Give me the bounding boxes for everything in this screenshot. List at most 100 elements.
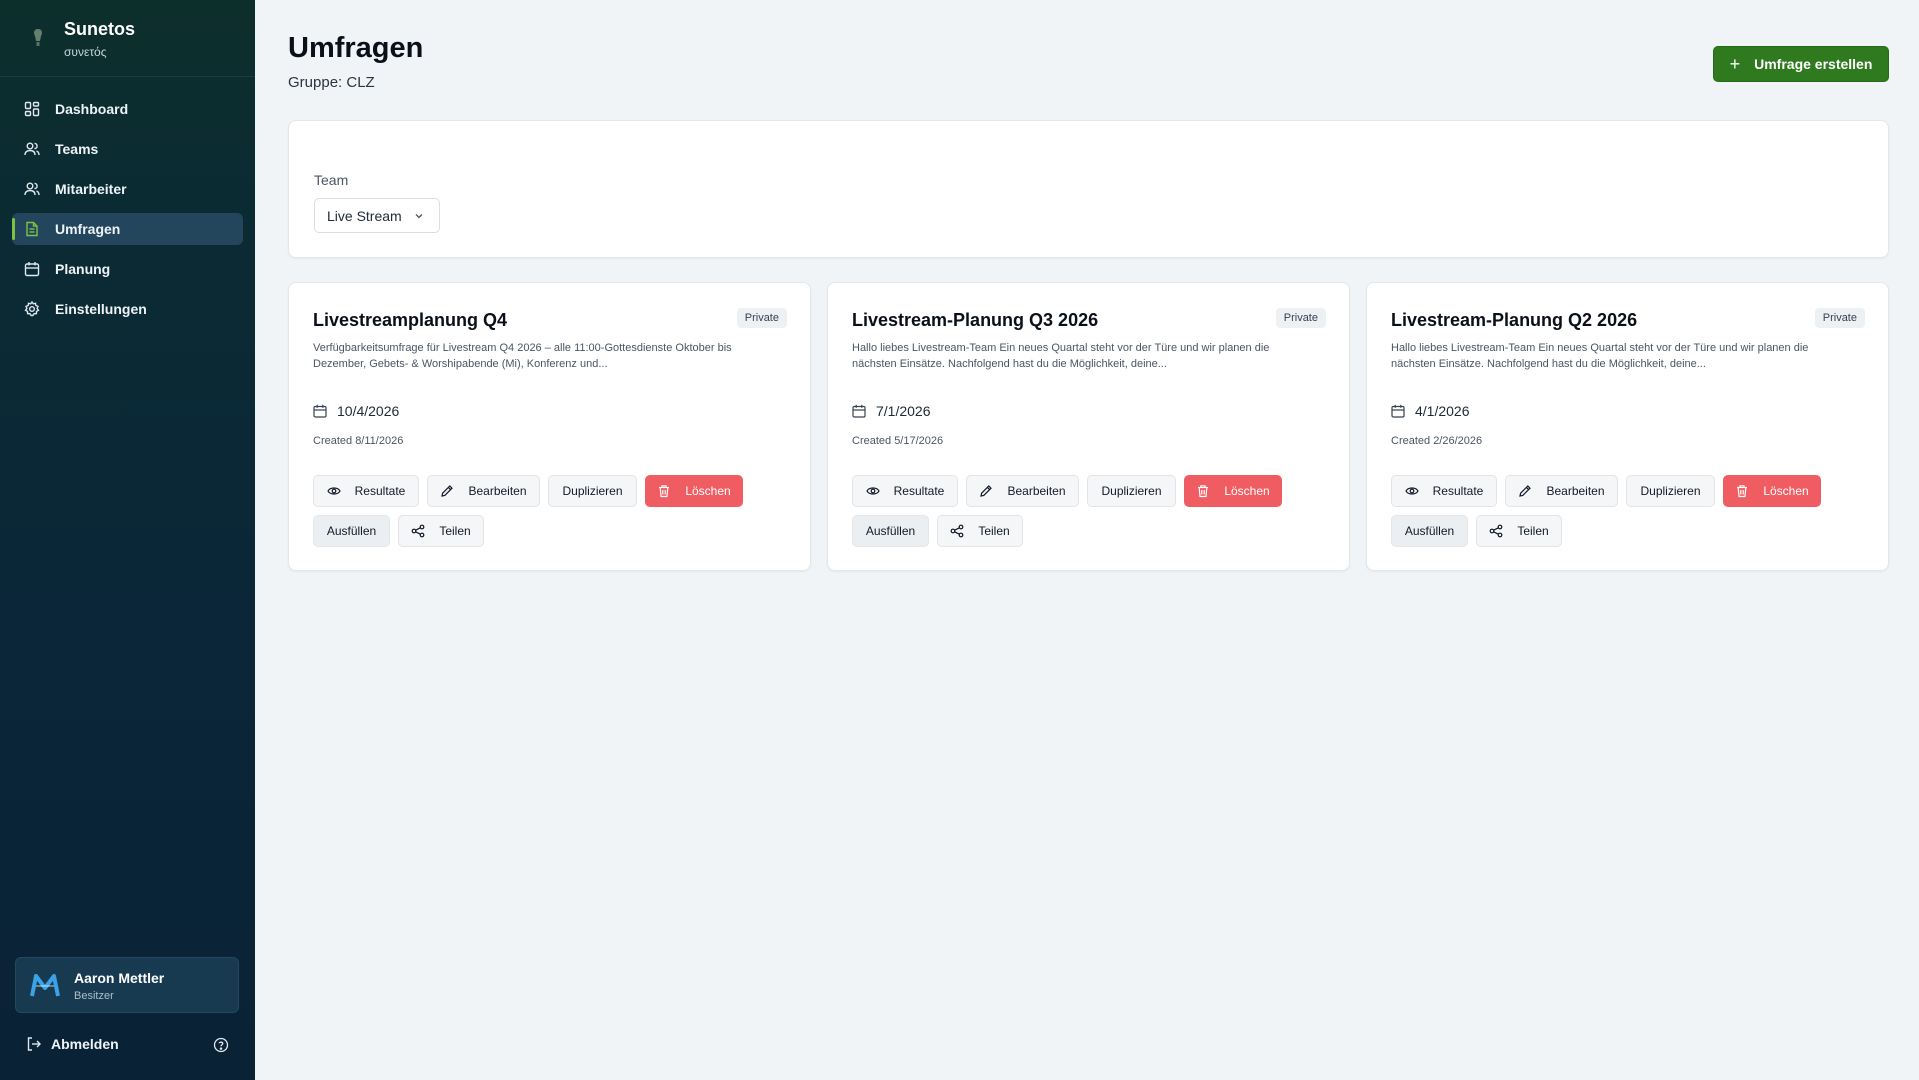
team-select-value: Live Stream bbox=[327, 207, 402, 224]
brand: Sunetos συνετός bbox=[0, 0, 255, 77]
visibility-badge: Private bbox=[1814, 308, 1865, 328]
trash-icon bbox=[657, 484, 671, 498]
sidebar-item-planung[interactable]: Planung bbox=[12, 253, 243, 285]
fill-label: Ausfüllen bbox=[865, 524, 916, 538]
survey-title: Livestreamplanung Q4 bbox=[313, 310, 508, 330]
duplicate-button[interactable]: Duplizieren bbox=[1626, 475, 1715, 507]
logout-label: Abmelden bbox=[51, 1036, 119, 1052]
eye-icon bbox=[326, 484, 341, 498]
gear-icon bbox=[24, 301, 40, 317]
share-label: Teilen bbox=[1517, 524, 1549, 538]
survey-description: Verfügbarkeitsumfrage für Livestream Q4 … bbox=[313, 342, 732, 370]
edit-button[interactable]: Bearbeiten bbox=[427, 475, 540, 507]
pencil-icon bbox=[979, 484, 993, 498]
bulb-logo-icon bbox=[34, 29, 42, 46]
share-icon bbox=[1489, 524, 1503, 538]
survey-date-text: 7/1/2026 bbox=[876, 403, 931, 419]
team-filter-label: Team bbox=[314, 172, 349, 188]
pencil-icon bbox=[1518, 484, 1532, 498]
user-name: Aaron Mettler bbox=[74, 970, 165, 986]
duplicate-button[interactable]: Duplizieren bbox=[548, 475, 637, 507]
team-select[interactable]: Live Stream bbox=[314, 198, 440, 233]
share-label: Teilen bbox=[439, 524, 471, 538]
logout-icon bbox=[26, 1036, 42, 1052]
results-button[interactable]: Resultate bbox=[852, 475, 958, 507]
calendar-icon bbox=[24, 261, 40, 277]
sidebar-item-label: Einstellungen bbox=[55, 301, 147, 317]
survey-card: Livestreamplanung Q4 Private Verfügbarke… bbox=[288, 282, 811, 571]
survey-date: 7/1/2026 bbox=[852, 403, 931, 419]
sidebar-item-teams[interactable]: Teams bbox=[12, 133, 243, 165]
users-icon bbox=[24, 141, 40, 157]
fill-label: Ausfüllen bbox=[1404, 524, 1455, 538]
share-button[interactable]: Teilen bbox=[1476, 515, 1562, 547]
page-subtitle: Gruppe: CLZ bbox=[288, 74, 375, 91]
survey-created: Created 2/26/2026 bbox=[1391, 435, 1483, 447]
eye-icon bbox=[865, 484, 880, 498]
page-title: Umfragen bbox=[288, 32, 424, 64]
delete-label: Löschen bbox=[1224, 484, 1270, 498]
calendar-icon bbox=[313, 404, 327, 418]
create-survey-label: Umfrage erstellen bbox=[1754, 56, 1873, 72]
document-icon bbox=[24, 221, 40, 237]
sidebar-item-umfragen[interactable]: Umfragen bbox=[12, 213, 243, 245]
chevron-down-icon bbox=[415, 214, 423, 219]
user-card[interactable]: Aaron Mettler Besitzer bbox=[15, 957, 239, 1013]
trash-icon bbox=[1196, 484, 1210, 498]
create-survey-button[interactable]: + Umfrage erstellen bbox=[1713, 46, 1889, 82]
delete-button[interactable]: Löschen bbox=[645, 475, 743, 507]
sidebar-item-einstellungen[interactable]: Einstellungen bbox=[12, 293, 243, 325]
results-label: Resultate bbox=[893, 484, 945, 498]
sidebar-nav: Dashboard Teams Mitarbeiter Umfragen Pla… bbox=[12, 93, 243, 333]
duplicate-button[interactable]: Duplizieren bbox=[1087, 475, 1176, 507]
results-button[interactable]: Resultate bbox=[313, 475, 419, 507]
trash-icon bbox=[1735, 484, 1749, 498]
delete-button[interactable]: Löschen bbox=[1723, 475, 1821, 507]
survey-description: Hallo liebes Livestream-Team Ein neues Q… bbox=[852, 342, 1270, 370]
survey-title: Livestream-Planung Q2 2026 bbox=[1391, 310, 1638, 330]
survey-description: Hallo liebes Livestream-Team Ein neues Q… bbox=[1391, 342, 1809, 370]
delete-label: Löschen bbox=[685, 484, 731, 498]
pencil-icon bbox=[440, 484, 454, 498]
share-label: Teilen bbox=[978, 524, 1010, 538]
sidebar-item-label: Dashboard bbox=[55, 101, 129, 117]
survey-title: Livestream-Planung Q3 2026 bbox=[852, 310, 1099, 330]
filter-card: Team Live Stream bbox=[288, 120, 1889, 258]
edit-label: Bearbeiten bbox=[468, 484, 527, 498]
users-icon bbox=[24, 181, 40, 197]
calendar-icon bbox=[1391, 404, 1405, 418]
fill-button[interactable]: Ausfüllen bbox=[852, 515, 929, 547]
edit-button[interactable]: Bearbeiten bbox=[966, 475, 1079, 507]
delete-label: Löschen bbox=[1763, 484, 1809, 498]
share-button[interactable]: Teilen bbox=[398, 515, 484, 547]
survey-date-text: 4/1/2026 bbox=[1415, 403, 1470, 419]
sidebar-item-dashboard[interactable]: Dashboard bbox=[12, 93, 243, 125]
share-button[interactable]: Teilen bbox=[937, 515, 1023, 547]
results-button[interactable]: Resultate bbox=[1391, 475, 1497, 507]
plus-icon: + bbox=[1729, 54, 1741, 74]
share-icon bbox=[950, 524, 964, 538]
survey-created: Created 8/11/2026 bbox=[313, 435, 404, 447]
duplicate-label: Duplizieren bbox=[1101, 484, 1162, 498]
sidebar-item-mitarbeiter[interactable]: Mitarbeiter bbox=[12, 173, 243, 205]
results-label: Resultate bbox=[354, 484, 406, 498]
help-icon[interactable] bbox=[213, 1037, 229, 1053]
survey-created: Created 5/17/2026 bbox=[852, 435, 944, 447]
duplicate-label: Duplizieren bbox=[562, 484, 623, 498]
survey-date: 4/1/2026 bbox=[1391, 403, 1470, 419]
logout-button[interactable]: Abmelden bbox=[26, 1036, 119, 1052]
app-name: Sunetos bbox=[64, 19, 136, 39]
edit-button[interactable]: Bearbeiten bbox=[1505, 475, 1618, 507]
fill-button[interactable]: Ausfüllen bbox=[1391, 515, 1468, 547]
fill-button[interactable]: Ausfüllen bbox=[313, 515, 390, 547]
calendar-icon bbox=[852, 404, 866, 418]
sidebar-item-label: Planung bbox=[55, 261, 111, 277]
sidebar-item-label: Mitarbeiter bbox=[55, 181, 127, 197]
share-icon bbox=[411, 524, 425, 538]
delete-button[interactable]: Löschen bbox=[1184, 475, 1282, 507]
sidebar: Sunetos συνετός Dashboard Teams Mitarbei… bbox=[0, 0, 255, 1080]
results-label: Resultate bbox=[1432, 484, 1484, 498]
edit-label: Bearbeiten bbox=[1007, 484, 1066, 498]
survey-card: Livestream-Planung Q3 2026 Private Hallo… bbox=[827, 282, 1350, 571]
visibility-badge: Private bbox=[1275, 308, 1326, 328]
